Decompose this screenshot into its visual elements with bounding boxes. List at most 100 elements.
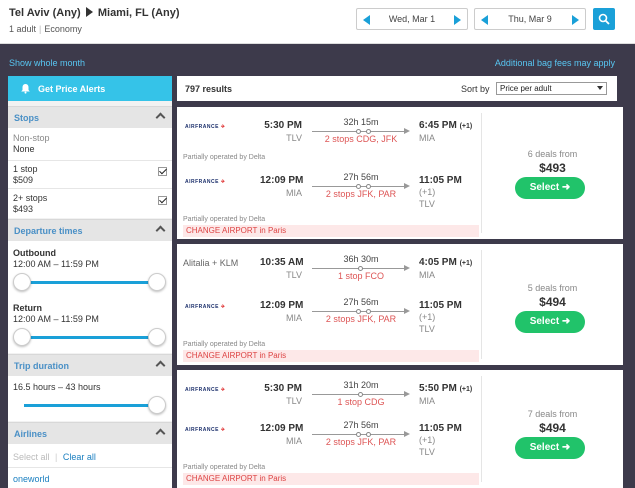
outbound-slider-track[interactable] [20, 281, 160, 284]
airline-name: Alitalia + KLM [183, 258, 239, 268]
duration-title: Trip duration [14, 361, 69, 371]
deals-count: 6 deals from [527, 149, 578, 159]
next-depart-date-icon[interactable] [454, 15, 461, 25]
departure-section-header[interactable]: Departure times [8, 219, 172, 241]
select-all-link[interactable]: Select all [13, 452, 50, 462]
chevron-up-icon[interactable] [155, 428, 166, 439]
route-summary[interactable]: Tel Aviv (Any) Miami, FL (Any) [9, 7, 180, 19]
departure-airport: TLV [286, 133, 302, 143]
duration-range: 16.5 hours – 43 hours [13, 382, 101, 392]
trip-details: 1 adult | Economy [9, 24, 82, 34]
stops-option-nonstop: Non-stop None [13, 133, 50, 155]
airline-logo: AIRFRANCE ✈ [185, 179, 226, 185]
return-date[interactable]: Thu, Mar 9 [475, 14, 585, 24]
route-line [312, 308, 410, 314]
arrival: 11:05 PM (+1) TLV [419, 175, 481, 209]
price-alerts-button[interactable]: Get Price Alerts [8, 76, 172, 101]
next-return-date-icon[interactable] [572, 15, 579, 25]
stops-title: Stops [14, 113, 40, 123]
origin-label: Tel Aviv (Any) [9, 7, 81, 19]
stops-info: 1 stop FCO [337, 271, 384, 281]
flight-duration: 27h 56m [343, 172, 379, 182]
outbound-slider-min-handle[interactable] [13, 273, 31, 291]
next-day-indicator: (+1) [419, 435, 436, 445]
sort-value: Price per adult [500, 84, 552, 93]
airlines-bulk-actions: Select all | Clear all [13, 452, 96, 462]
arrival-time: 5:50 PM [419, 383, 457, 394]
flight-leg-outbound: AIRFRANCE ✈ 5:30 PM TLV 32h 15m 2 stops … [177, 107, 481, 149]
depart-date-picker[interactable]: Wed, Mar 1 [356, 8, 468, 30]
arrival-airport: MIA [419, 133, 436, 143]
arrival-airport: MIA [419, 270, 436, 280]
result-card[interactable]: AIRFRANCE ✈ 5:30 PM TLV 31h 20m 1 stop C… [177, 370, 623, 488]
route-line [312, 391, 410, 397]
airline-option-oneworld[interactable]: oneworld [13, 474, 50, 485]
search-button[interactable] [593, 8, 615, 30]
airline-logo: AIRFRANCE ✈ [185, 427, 226, 433]
arrival-airport: MIA [419, 396, 436, 406]
flight-duration: 27h 56m [343, 297, 379, 307]
return-range: 12:00 AM – 11:59 PM [13, 314, 99, 324]
departure-time: 12:09 PM [260, 423, 304, 434]
stops-option-2plus[interactable]: 2+ stops $493 [13, 193, 47, 215]
arrival: 4:05 PM (+1) MIA [419, 257, 481, 280]
departure-time: 10:35 AM [260, 257, 304, 268]
stops-option-1stop[interactable]: 1 stop $509 [13, 164, 38, 186]
bag-fees-link[interactable]: Additional bag fees may apply [495, 58, 615, 68]
select-button[interactable]: Select ➜ [515, 311, 585, 333]
depart-date[interactable]: Wed, Mar 1 [357, 14, 467, 24]
return-slider-min-handle[interactable] [13, 328, 31, 346]
show-whole-month-link[interactable]: Show whole month [9, 58, 85, 68]
return-slider-track[interactable] [20, 336, 160, 339]
sort-select[interactable]: Price per adult [496, 82, 607, 95]
departure-airport: MIA [285, 436, 302, 446]
return-date-picker[interactable]: Thu, Mar 9 [474, 8, 586, 30]
outbound-range: 12:00 AM – 11:59 PM [13, 259, 99, 269]
flight-duration: 36h 30m [343, 254, 379, 264]
stops-info: 2 stops CDG, JFK [324, 134, 398, 144]
arrival-time: 6:45 PM [419, 120, 457, 131]
airline-logo: AIRFRANCE ✈ [185, 124, 226, 130]
stops-option-label: 2+ stops [13, 193, 48, 203]
stops-2plus-checkbox[interactable] [158, 196, 167, 205]
flight-duration: 32h 15m [343, 117, 379, 127]
departure: 10:35 AM TLV [260, 257, 304, 280]
stops-section-header[interactable]: Stops [8, 106, 172, 128]
price: $494 [539, 295, 566, 309]
search-icon [598, 13, 610, 25]
results-panel: 797 results Sort by Price per adult AIRF… [177, 76, 623, 488]
flight-leg-return: AIRFRANCE ✈ 12:09 PM MIA 27h 56m 2 stops… [177, 410, 481, 457]
price: $493 [539, 161, 566, 175]
result-card[interactable]: AIRFRANCE ✈ 5:30 PM TLV 32h 15m 2 stops … [177, 107, 623, 239]
select-button[interactable]: Select ➜ [515, 177, 585, 199]
deals-count: 7 deals from [527, 409, 578, 419]
duration-section-header[interactable]: Trip duration [8, 354, 172, 376]
next-day-indicator: (+1) [459, 386, 473, 393]
arrival: 6:45 PM (+1) MIA [419, 120, 481, 143]
clear-all-link[interactable]: Clear all [63, 452, 96, 462]
select-button[interactable]: Select ➜ [515, 437, 585, 459]
departure: 12:09 PM MIA [260, 300, 303, 323]
chevron-up-icon[interactable] [155, 360, 166, 371]
airline-logo: AIRFRANCE ✈ [185, 304, 226, 310]
outbound-slider-max-handle[interactable] [148, 273, 166, 291]
route-line [312, 128, 410, 134]
duration-slider-track[interactable] [24, 404, 160, 407]
result-card[interactable]: Alitalia + KLM 10:35 AM TLV 36h 30m 1 st… [177, 244, 623, 365]
chevron-up-icon[interactable] [155, 112, 166, 123]
stops-option-price: None [13, 144, 35, 154]
route-line [312, 265, 410, 271]
duration-slider-max-handle[interactable] [148, 396, 166, 414]
stops-info: 2 stops JFK, PAR [325, 314, 397, 324]
return-slider-max-handle[interactable] [148, 328, 166, 346]
results-header: 797 results Sort by Price per adult [177, 76, 617, 101]
departure-airport: MIA [285, 313, 302, 323]
airport-change-warning: CHANGE AIRPORT in Paris [183, 225, 479, 237]
next-day-indicator: (+1) [459, 123, 473, 130]
airlines-section-header[interactable]: Airlines [8, 422, 172, 444]
bell-icon [21, 84, 30, 94]
stops-1stop-checkbox[interactable] [158, 167, 167, 176]
chevron-down-icon [597, 86, 603, 90]
departure: 5:30 PM TLV [260, 120, 302, 143]
chevron-up-icon[interactable] [155, 225, 166, 236]
